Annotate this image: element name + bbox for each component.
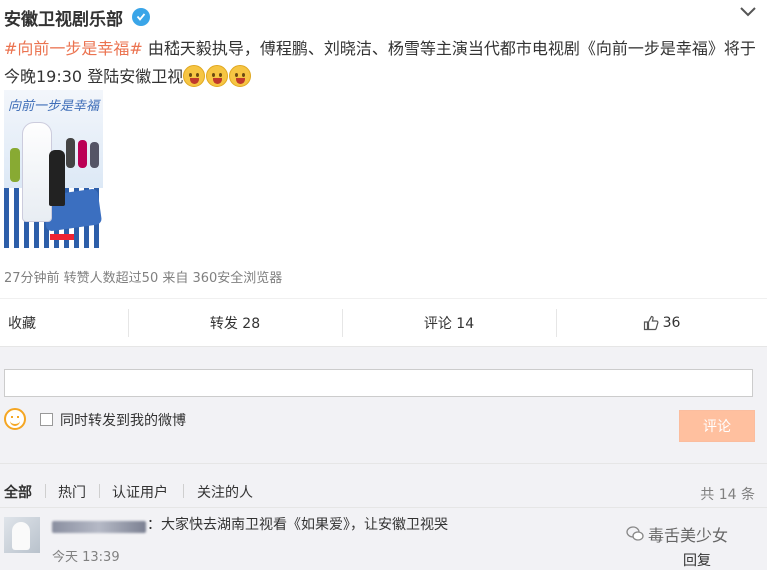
poster-logo-tag xyxy=(50,234,74,240)
topic-link[interactable]: #向前一步是幸福# xyxy=(4,39,143,58)
laughing-emoji-icon xyxy=(183,64,206,87)
chevron-down-icon[interactable] xyxy=(739,6,757,18)
reply-button[interactable]: 回复 xyxy=(683,550,711,570)
tab-divider xyxy=(99,484,100,498)
comment-section: 同时转发到我的微博 评论 全部 热门 认证用户 关注的人 共 14 条 ：大家快… xyxy=(0,346,767,570)
repost-button[interactable]: 转发 28 xyxy=(128,299,342,347)
favorite-label: 收藏 xyxy=(8,316,36,332)
avatar[interactable] xyxy=(4,517,40,553)
poster-title: 向前一步是幸福 xyxy=(8,99,100,114)
post-image[interactable]: 向前一步是幸福 xyxy=(4,90,103,248)
wechat-icon xyxy=(626,526,644,541)
tab-verified[interactable]: 认证用户 xyxy=(112,482,168,502)
poster-figure xyxy=(78,140,87,168)
laughing-emoji-icon xyxy=(206,64,229,87)
poster-figure xyxy=(90,142,99,168)
emoji-group xyxy=(183,64,252,87)
comment-button[interactable]: 评论 14 xyxy=(342,299,556,347)
commenter-name-blurred[interactable] xyxy=(52,521,146,533)
post-meta: 27分钟前 转赞人数超过50 来自 360安全浏览器 xyxy=(4,271,283,286)
favorite-button[interactable]: 收藏 xyxy=(0,299,128,347)
laughing-emoji-icon xyxy=(229,64,252,87)
tab-hot[interactable]: 热门 xyxy=(58,482,86,502)
submit-label: 评论 xyxy=(703,419,731,435)
like-count: 36 xyxy=(662,315,681,331)
thumbs-up-icon xyxy=(643,315,659,331)
tab-all[interactable]: 全部 xyxy=(4,482,32,502)
submit-comment-button[interactable]: 评论 xyxy=(679,410,755,442)
poster-figure xyxy=(66,138,75,168)
emoji-picker-icon[interactable] xyxy=(4,408,26,430)
tab-following[interactable]: 关注的人 xyxy=(197,482,253,502)
poster-bride xyxy=(22,122,52,222)
verified-badge-icon xyxy=(132,8,150,26)
comment-text: ：大家快去湖南卫视看《如果爱》，让安徽卫视哭 xyxy=(147,517,448,533)
comment-total: 共 14 条 xyxy=(700,487,755,503)
comment-item: ：大家快去湖南卫视看《如果爱》，让安徽卫视哭 今天 13:39 回复 毒舌美少女 xyxy=(0,507,767,570)
watermark-text: 毒舌美少女 xyxy=(648,526,729,545)
comment-input[interactable] xyxy=(4,369,753,397)
author-name[interactable]: 安徽卫视剧乐部 xyxy=(4,5,123,30)
tab-divider xyxy=(45,484,46,498)
comment-time: 今天 13:39 xyxy=(52,550,120,565)
forward-checkbox[interactable] xyxy=(40,413,53,426)
watermark: 毒舌美少女 xyxy=(626,522,728,546)
poster-groom xyxy=(49,150,65,206)
author-row: 安徽卫视剧乐部 xyxy=(4,4,150,30)
action-bar: 收藏 转发 28 评论 14 36 xyxy=(0,298,767,346)
post-text: #向前一步是幸福# 由嵇天毅执导，傅程鹏、刘晓洁、杨雪等主演当代都市电视剧《向前… xyxy=(4,35,759,91)
poster-figure xyxy=(10,148,20,182)
weibo-post: 安徽卫视剧乐部 #向前一步是幸福# 由嵇天毅执导，傅程鹏、刘晓洁、杨雪等主演当代… xyxy=(0,0,767,298)
forward-label[interactable]: 同时转发到我的微博 xyxy=(60,410,186,430)
repost-label: 转发 28 xyxy=(209,316,261,332)
like-button[interactable]: 36 xyxy=(556,299,767,347)
tab-divider xyxy=(183,484,184,498)
comment-label: 评论 14 xyxy=(423,316,475,332)
